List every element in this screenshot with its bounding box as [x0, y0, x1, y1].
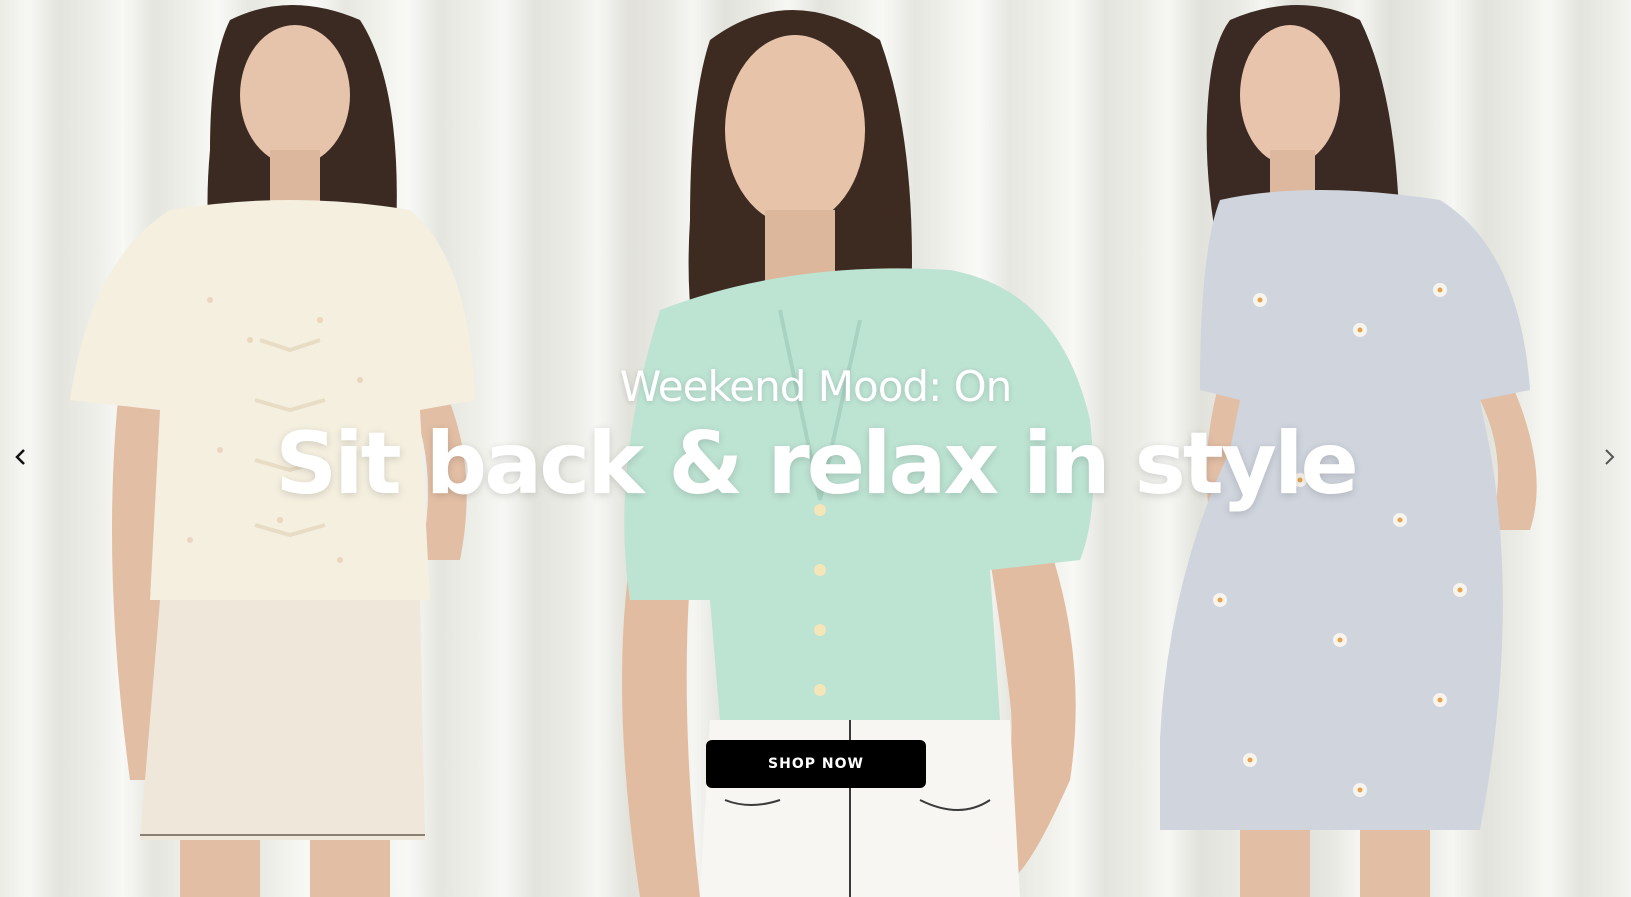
hero-text-overlay: Weekend Mood: On Sit back & relax in sty…: [0, 0, 1631, 897]
hero-banner: Weekend Mood: On Sit back & relax in sty…: [0, 0, 1631, 897]
chevron-right-icon: [1605, 449, 1615, 465]
hero-headline: Sit back & relax in style: [275, 414, 1359, 514]
hero-subtitle: Weekend Mood: On: [619, 362, 1013, 411]
carousel-prev-button[interactable]: [4, 440, 38, 474]
shop-now-button[interactable]: SHOP NOW: [706, 740, 926, 788]
chevron-left-icon: [15, 449, 25, 465]
carousel-next-button[interactable]: [1592, 440, 1626, 474]
